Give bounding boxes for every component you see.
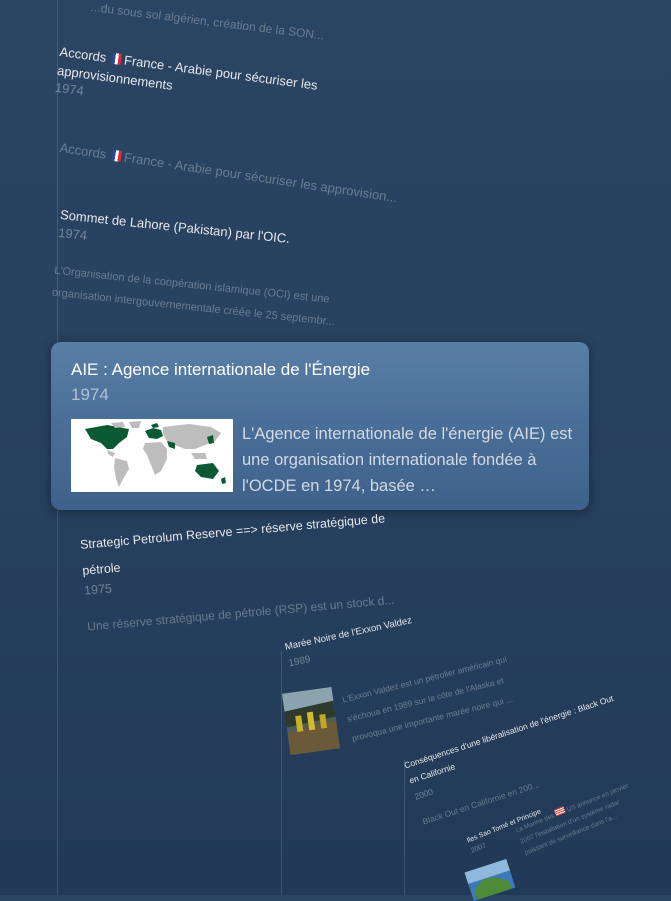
entry-description: L'Organisation de la coopération islamiq… <box>51 264 336 329</box>
timeline-entry-strategic-reserve[interactable]: Strategic Petrolum Reserve ==> réserve s… <box>79 508 395 634</box>
world-map-members-icon <box>71 419 233 492</box>
entry-description: Une réserve stratégique de pétrole (RSP)… <box>86 592 395 634</box>
selected-event-card[interactable]: AIE : Agence internationale de l'Énergie… <box>51 342 589 510</box>
timeline-line-secondary <box>281 650 282 895</box>
timeline-entry-accords-2[interactable]: Accords France - Arabie pour sécuriser le… <box>58 140 399 206</box>
timeline-entry-accords[interactable]: Accords France - Arabie pour sécuriser le… <box>54 42 339 131</box>
french-flag-icon <box>111 52 122 65</box>
timeline-entry-lahore[interactable]: Sommet de Lahore (Pakistan) par l'OIC. 1… <box>51 207 350 334</box>
timeline-entry-fragment[interactable]: ...du sous sol algérien, création de la … <box>90 0 325 44</box>
entry-title: ...du sous sol algérien, création de la … <box>90 0 325 43</box>
timeline-line-tertiary <box>404 760 405 895</box>
card-year: 1974 <box>71 385 109 404</box>
french-flag-icon <box>111 149 122 163</box>
oil-spill-photo-icon <box>281 686 341 756</box>
card-description: L'Agence internationale de l'énergie (AI… <box>242 425 573 495</box>
entry-title: Accords France - Arabie pour sécuriser le… <box>58 140 399 206</box>
card-title: AIE : Agence internationale de l'Énergie <box>71 360 371 379</box>
